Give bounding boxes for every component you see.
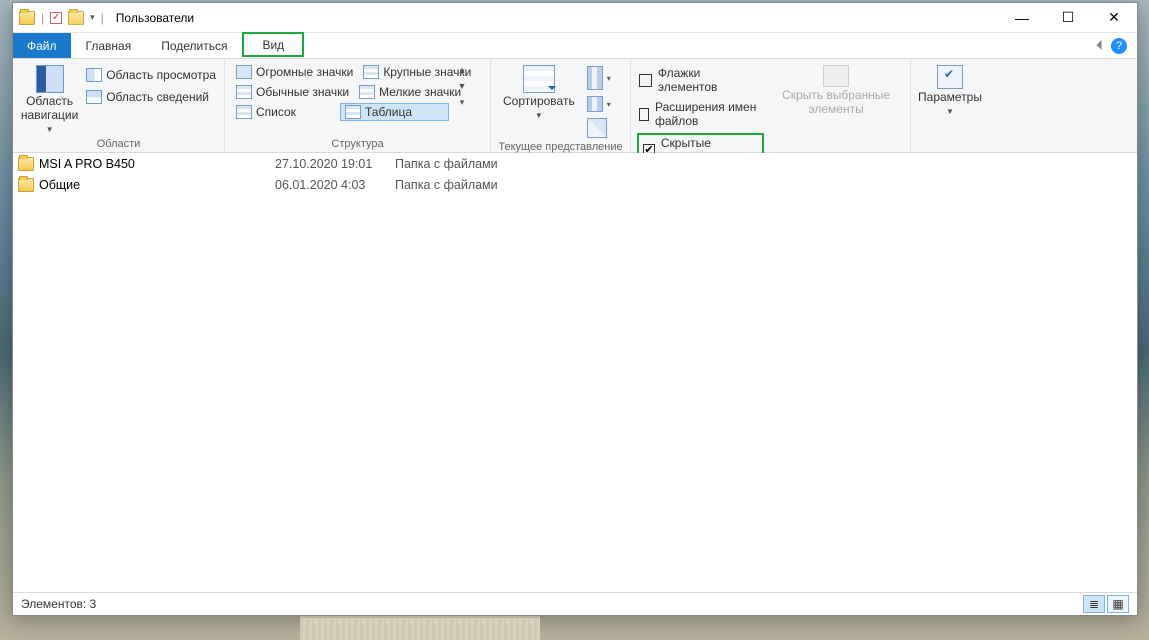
tab-view[interactable]: Вид [242, 32, 304, 57]
explorer-window: | ✓ ▾ | Пользователи — ☐ ✕ Файл Главная … [12, 2, 1138, 616]
nav-pane-label: Область навигации [21, 95, 78, 123]
size-columns-icon [587, 118, 607, 138]
minimize-button[interactable]: — [999, 3, 1045, 33]
ribbon-group-current-view: Сортировать ▼ ▾ ▾ Текущее представление [491, 59, 631, 152]
options-label: Параметры [918, 91, 982, 105]
qat-separator: | [101, 11, 104, 25]
checkbox-extensions[interactable]: Расширения имен файлов [637, 99, 764, 129]
help-icon[interactable]: ? [1111, 38, 1127, 54]
titlebar: | ✓ ▾ | Пользователи — ☐ ✕ [13, 3, 1137, 33]
details-pane-icon [86, 90, 102, 104]
window-title: Пользователи [116, 11, 194, 25]
size-columns-button[interactable] [585, 117, 613, 139]
nav-pane-button[interactable]: Область навигации ▼ [19, 63, 80, 136]
add-columns-icon [587, 96, 603, 112]
maximize-button[interactable]: ☐ [1045, 3, 1091, 33]
options-icon [937, 65, 963, 89]
tab-home[interactable]: Главная [71, 33, 147, 58]
qat-dropdown-icon[interactable]: ▾ [90, 12, 95, 23]
view-switcher: ≣ ▦ [1083, 595, 1129, 613]
layout-list[interactable]: Список [231, 103, 340, 121]
layout-group-label: Структура [231, 136, 484, 150]
file-name: MSI A PRO B450 [39, 157, 275, 171]
huge-icons-icon [236, 65, 252, 79]
window-controls: — ☐ ✕ [999, 3, 1137, 33]
large-icons-icon [363, 65, 379, 79]
file-date: 27.10.2020 19:01 [275, 157, 395, 171]
minimize-ribbon-icon[interactable]: ⏴ [1096, 37, 1103, 54]
list-item[interactable]: Общие 06.01.2020 4:03 Папка с файлами [13, 174, 1137, 195]
properties-icon[interactable]: ✓ [50, 12, 62, 24]
ribbon-group-layout: Огромные значки Крупные значки Обычные з… [225, 59, 491, 152]
layout-huge-icons[interactable]: Огромные значки [231, 63, 358, 81]
layout-scroll[interactable]: ▲ ▼ ▾ [453, 63, 469, 110]
file-name: Общие [39, 178, 275, 192]
file-type: Папка с файлами [395, 178, 545, 192]
sort-icon [523, 65, 555, 93]
nav-pane-icon [36, 65, 64, 93]
preview-pane-button[interactable]: Область просмотра [84, 67, 218, 83]
file-date: 06.01.2020 4:03 [275, 178, 395, 192]
chevron-down-icon: ▼ [46, 125, 54, 134]
status-bar: Элементов: 3 ≣ ▦ [13, 592, 1137, 615]
tab-file[interactable]: Файл [13, 33, 71, 58]
quick-access-toolbar: | ✓ ▾ | [13, 11, 110, 25]
tab-share[interactable]: Поделиться [146, 33, 242, 58]
layout-table[interactable]: Таблица [340, 103, 449, 121]
checkbox-icon [639, 74, 652, 87]
view-large-button[interactable]: ▦ [1107, 595, 1129, 613]
medium-icons-icon [236, 85, 252, 99]
details-pane-label: Область сведений [106, 90, 209, 104]
layout-small-icons[interactable]: Мелкие значки [354, 83, 466, 101]
hide-selected-label: Скрыть выбранные элементы [774, 89, 898, 117]
qat-separator: | [41, 11, 44, 25]
options-button[interactable]: Параметры ▼ [917, 63, 983, 118]
small-icons-icon [359, 85, 375, 99]
current-view-group-label: Текущее представление [497, 139, 624, 153]
file-list[interactable]: MSI A PRO B450 27.10.2020 19:01 Папка с … [13, 153, 1137, 592]
ribbon-group-options: Параметры ▼ [911, 59, 989, 152]
list-item[interactable]: MSI A PRO B450 27.10.2020 19:01 Папка с … [13, 153, 1137, 174]
close-button[interactable]: ✕ [1091, 3, 1137, 33]
folder-icon [18, 178, 34, 192]
file-type: Папка с файлами [395, 157, 545, 171]
sort-label: Сортировать [503, 95, 575, 109]
hide-selected-icon [823, 65, 849, 87]
sort-button[interactable]: Сортировать ▼ [497, 63, 581, 122]
ribbon-group-show-hide: Флажки элементов Расширения имен файлов … [631, 59, 911, 152]
folder-icon [18, 157, 34, 171]
folder-icon [19, 11, 35, 25]
group-by-button[interactable]: ▾ [585, 65, 613, 91]
table-icon [345, 105, 361, 119]
panes-group-label: Области [19, 136, 218, 150]
chevron-up-icon: ▲ [458, 65, 467, 75]
chevron-down-icon: ▼ [458, 81, 467, 91]
preview-pane-icon [86, 68, 102, 82]
desktop-background-object [300, 616, 540, 640]
open-folder-icon[interactable] [68, 11, 84, 25]
item-count: Элементов: 3 [21, 597, 96, 611]
ribbon: Область навигации ▼ Область просмотра Об… [13, 59, 1137, 153]
view-details-button[interactable]: ≣ [1083, 595, 1105, 613]
layout-medium-icons[interactable]: Обычные значки [231, 83, 354, 101]
checkbox-item-flags[interactable]: Флажки элементов [637, 65, 764, 95]
chevron-down-icon: ▾ [607, 100, 611, 109]
add-columns-button[interactable]: ▾ [585, 95, 613, 113]
group-by-icon [587, 66, 603, 90]
chevron-down-icon: ▾ [460, 97, 465, 108]
chevron-down-icon: ▼ [946, 107, 954, 116]
preview-pane-label: Область просмотра [106, 68, 216, 82]
ribbon-tabs: Файл Главная Поделиться Вид ⏴ ? [13, 33, 1137, 59]
hide-selected-button: Скрыть выбранные элементы [768, 63, 904, 119]
chevron-down-icon: ▾ [607, 74, 611, 83]
ribbon-group-panes: Область навигации ▼ Область просмотра Об… [13, 59, 225, 152]
details-pane-button[interactable]: Область сведений [84, 89, 218, 105]
checkbox-icon [639, 108, 649, 121]
list-icon [236, 105, 252, 119]
chevron-down-icon: ▼ [535, 111, 543, 120]
